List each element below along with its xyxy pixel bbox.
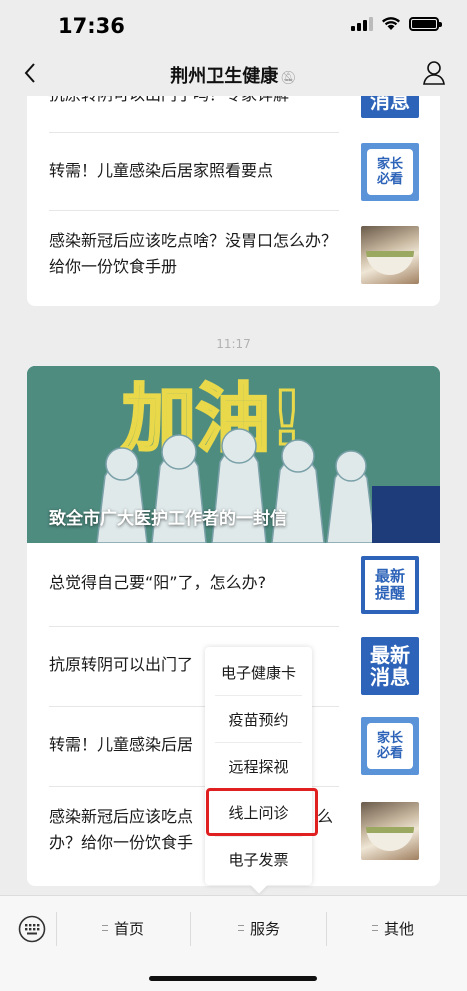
status-icons bbox=[351, 16, 442, 31]
article-item[interactable]: 感染新冠后应该吃点啥？没胃口怎么办？给你一份饮食手册 bbox=[49, 218, 419, 292]
article-thumbnail: 最新 提醒 bbox=[361, 556, 419, 614]
submenu-item-health-card[interactable]: 电子健康卡 bbox=[211, 649, 306, 696]
menu-item-services[interactable]: 服务 bbox=[204, 918, 314, 942]
banner-caption: 致全市广大医护工作者的一封信 bbox=[49, 509, 287, 529]
soup-bowl-image bbox=[366, 827, 414, 851]
article-item[interactable]: 抗原转阴可以出门了吗？专家详解 消息 bbox=[49, 96, 419, 122]
soup-bowl-image bbox=[366, 251, 414, 275]
divider bbox=[49, 132, 339, 133]
submenu-item-remote-visit[interactable]: 远程探视 bbox=[211, 743, 306, 790]
signal-icon bbox=[351, 16, 373, 31]
article-thumbnail bbox=[361, 226, 419, 284]
article-item[interactable]: 转需！儿童感染后居家照看要点 家长 必看 bbox=[49, 140, 419, 204]
message-timestamp: 11:17 bbox=[216, 337, 251, 351]
menu-item-other[interactable]: 其他 bbox=[338, 918, 448, 942]
article-item[interactable]: 总觉得自己要“阳”了，怎么办? 最新 提醒 bbox=[49, 554, 419, 618]
article-title: 抗原转阴可以出门了吗？专家详解 bbox=[49, 96, 339, 108]
wifi-icon bbox=[382, 17, 400, 30]
account-name: 荆州卫生健康 bbox=[170, 66, 279, 87]
article-thumbnail: 家长 必看 bbox=[361, 717, 419, 775]
article-thumbnail: 最新 消息 bbox=[361, 637, 419, 695]
article-title: 总觉得自己要“阳”了，怎么办? bbox=[49, 573, 267, 592]
menu-item-home[interactable]: 首页 bbox=[68, 918, 178, 942]
article-title: 转需！儿童感染后居家照看要点 bbox=[49, 161, 274, 180]
banner-article[interactable]: 加油! 致全市广大医护工作者的一封信 bbox=[27, 366, 440, 543]
nav-bar: 荆州卫生健康 🔕︎ bbox=[0, 50, 467, 96]
status-bar: 17:36 bbox=[0, 0, 467, 50]
service-submenu: 电子健康卡 疫苗预约 远程探视 线上问诊 电子发票 bbox=[205, 647, 312, 894]
menu-lines-icon bbox=[237, 924, 244, 931]
profile-icon[interactable] bbox=[421, 59, 447, 87]
keyboard-icon[interactable] bbox=[18, 915, 46, 943]
battery-icon bbox=[409, 16, 442, 31]
article-card: 抗原转阴可以出门了吗？专家详解 消息 转需！儿童感染后居家照看要点 家长 必看 … bbox=[27, 96, 440, 306]
article-thumbnail: 消息 bbox=[361, 96, 419, 118]
page-title: 荆州卫生健康 🔕︎ bbox=[0, 62, 467, 88]
submenu-item-vaccine[interactable]: 疫苗预约 bbox=[211, 696, 306, 743]
divider bbox=[326, 912, 327, 946]
divider bbox=[56, 912, 57, 946]
divider bbox=[49, 626, 339, 627]
highlight-box bbox=[206, 788, 318, 836]
banner-art-text: 加油! bbox=[122, 376, 304, 462]
divider bbox=[190, 912, 191, 946]
menu-lines-icon bbox=[371, 924, 378, 931]
article-title: 感染新冠后应该吃点啥？没胃口怎么办？给你一份饮食手册 bbox=[49, 231, 338, 276]
article-thumbnail: 家长 必看 bbox=[361, 143, 419, 201]
bell-slash-icon: 🔕︎ bbox=[280, 71, 297, 86]
divider bbox=[49, 210, 339, 211]
article-thumbnail bbox=[361, 802, 419, 860]
thumbnail-text: 消息 bbox=[370, 96, 410, 113]
home-indicator bbox=[149, 976, 317, 981]
menu-lines-icon bbox=[101, 924, 108, 931]
status-time: 17:36 bbox=[58, 14, 125, 38]
